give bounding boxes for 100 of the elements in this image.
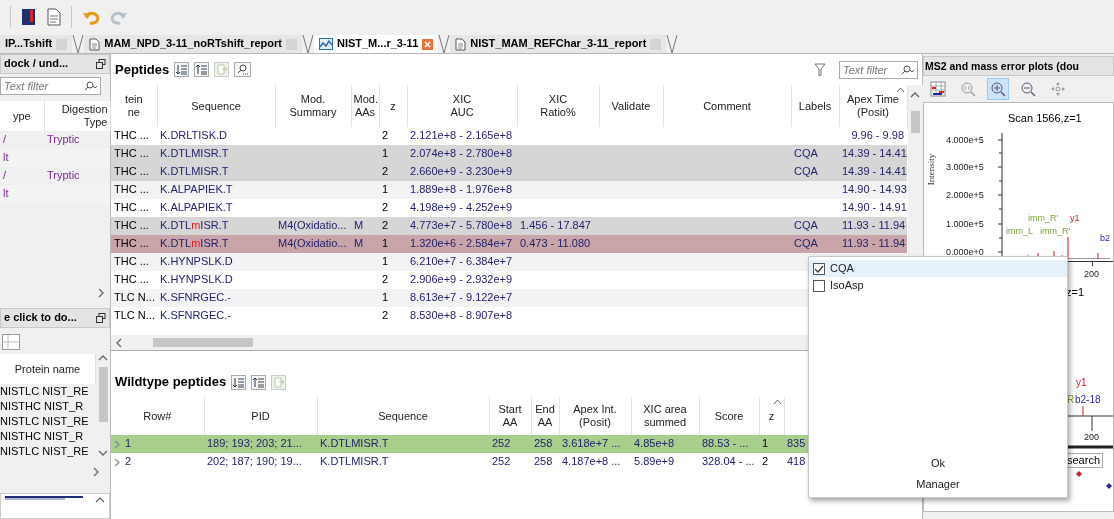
table-cell: 2	[379, 271, 407, 289]
document-tab[interactable]: NIST_M...r_3-11	[313, 35, 439, 53]
column-header[interactable]: Row#	[111, 397, 204, 435]
column-header[interactable]: Sequence	[157, 85, 275, 127]
column-header[interactable]: Start AA	[489, 397, 531, 435]
undo-icon[interactable]	[82, 9, 100, 25]
table-cell: 2	[759, 453, 784, 471]
export-icon[interactable]	[271, 374, 287, 390]
peak-label: imm_R'	[1028, 214, 1059, 223]
menu-button[interactable]: Manager	[906, 475, 970, 493]
table-cell: K.SFNRGEC.-	[157, 307, 275, 325]
table-cell-text: Tryptic	[46, 168, 81, 184]
table-cell: 1	[379, 145, 407, 163]
table-cell: THC ...	[111, 127, 157, 145]
column-header[interactable]: Labels	[791, 85, 839, 127]
document-tab[interactable]: IP...Tshift	[0, 35, 73, 53]
column-header[interactable]: Comment	[663, 85, 791, 127]
table-cell: K.HYNPSLK.D	[157, 271, 275, 289]
document-icon[interactable]	[47, 8, 61, 26]
column-header[interactable]: End AA	[531, 397, 559, 435]
table-cell: TLC N...	[111, 289, 157, 307]
tick-label: 200	[1084, 433, 1100, 442]
sort-ascending-icon[interactable]	[251, 374, 267, 390]
document-tab[interactable]: NIST_MAM_REFChar_3-11_report	[450, 35, 667, 53]
column-header[interactable]: ype	[0, 101, 44, 131]
column-header[interactable]: Apex Time (Posit)	[839, 85, 907, 127]
sort-ascending-icon[interactable]	[194, 62, 210, 77]
data-point-drawing	[1076, 471, 1082, 477]
column-header[interactable]: XIC Ratio%	[517, 85, 599, 127]
table-cell: THC ...	[111, 163, 157, 181]
scrollbar-thumb[interactable]	[153, 338, 253, 347]
table-cell: K.HYNPSLK.D	[157, 253, 275, 271]
menu-item[interactable]: IsoAsp	[809, 277, 1067, 294]
table-cell: 0.473 - 11.080	[517, 235, 599, 253]
document-tab[interactable]: MAM_NPD_3-11_noRTshift_report	[84, 35, 302, 53]
restore-icon[interactable]	[96, 59, 106, 69]
column-header[interactable]: Digestion Type	[44, 101, 110, 131]
table-cell: /	[0, 131, 44, 149]
table-cell: 11.93 - 11.94	[839, 217, 907, 235]
filter-icon[interactable]	[814, 62, 826, 77]
table-cell: M4(Oxidatio...	[275, 235, 351, 253]
tick-label: 0.000e+0	[946, 248, 984, 257]
table-cell: 258	[531, 453, 559, 471]
table-cell-text: /	[2, 168, 8, 184]
peak-label: y1	[1076, 378, 1087, 388]
column-header[interactable]: Protein name	[0, 354, 96, 384]
tick-label: 3.000e+5	[946, 163, 984, 172]
restore-icon[interactable]	[96, 313, 106, 323]
table-cell: 1.456 - 17.847	[517, 217, 599, 235]
table-cell: NISTLC NIST_RE	[0, 384, 96, 399]
column-header[interactable]: z	[379, 85, 407, 127]
table-cell: 202; 187; 190; 19...	[204, 453, 317, 471]
column-header[interactable]: Mod. AAs	[351, 85, 379, 127]
table-cell: 3.618e+7 ...	[559, 435, 631, 453]
column-header[interactable]: XIC AUC	[407, 85, 517, 127]
column-header[interactable]: Score	[699, 397, 759, 435]
table-icon[interactable]	[927, 78, 949, 100]
expand-chevron-icon[interactable]	[113, 457, 121, 467]
table-cell: 2.121e+8 - 2.165e+8	[407, 127, 517, 145]
table-cell: 2	[125, 455, 132, 469]
column-header[interactable]: Apex Int. (Posit)	[559, 397, 631, 435]
table-cell: Tryptic	[44, 131, 110, 149]
table-cell: 4.773e+7 - 5.780e+8	[407, 217, 517, 235]
close-icon[interactable]	[422, 38, 434, 50]
table-cell: 14.90 - 14.91	[839, 199, 907, 217]
table-cell: 252	[489, 435, 531, 453]
sort-caret-icon[interactable]	[772, 399, 782, 405]
redo-icon[interactable]	[110, 9, 128, 25]
peak-label: R	[1067, 395, 1075, 405]
table-cell: 418	[784, 453, 921, 471]
export-icon[interactable]	[214, 62, 230, 77]
table-cell: K.DTLmISR.T	[157, 235, 275, 253]
sort-descending-icon[interactable]	[231, 374, 247, 390]
column-header[interactable]: Validate	[599, 85, 663, 127]
checkbox[interactable]	[813, 279, 825, 292]
expand-chevron-icon[interactable]	[113, 439, 121, 449]
data-point-drawing	[1106, 483, 1112, 489]
zoom-in-icon[interactable]	[987, 78, 1009, 100]
column-header[interactable]: z	[759, 397, 784, 435]
scrollbar-thumb[interactable]	[98, 367, 108, 422]
chart-icon	[318, 38, 333, 50]
column-header[interactable]: Mod. Summary	[275, 85, 351, 127]
column-header[interactable]: PID	[204, 397, 317, 435]
peak-label: imm_R'	[1040, 227, 1071, 236]
menu-item[interactable]: CQA	[809, 260, 1067, 277]
column-header[interactable]: XIC area summed	[631, 397, 699, 435]
scrollbar-thumb[interactable]	[910, 111, 920, 133]
table-cell: 1	[379, 289, 407, 307]
checkbox[interactable]	[813, 262, 825, 275]
sort-caret-icon[interactable]	[895, 87, 905, 93]
table-cell: THC ...	[111, 271, 157, 289]
table-cell: 1	[125, 437, 132, 451]
sort-descending-icon[interactable]	[174, 62, 190, 77]
table-cell: 4.85e+8	[631, 435, 699, 453]
book-icon[interactable]	[21, 8, 37, 26]
table-cell: 8.613e+7 - 9.122e+7	[407, 289, 517, 307]
search-icon[interactable]	[234, 62, 252, 77]
menu-button[interactable]: Ok	[920, 454, 956, 472]
panel-title: dock / und...	[4, 57, 69, 71]
column-header[interactable]: Sequence	[317, 397, 489, 435]
